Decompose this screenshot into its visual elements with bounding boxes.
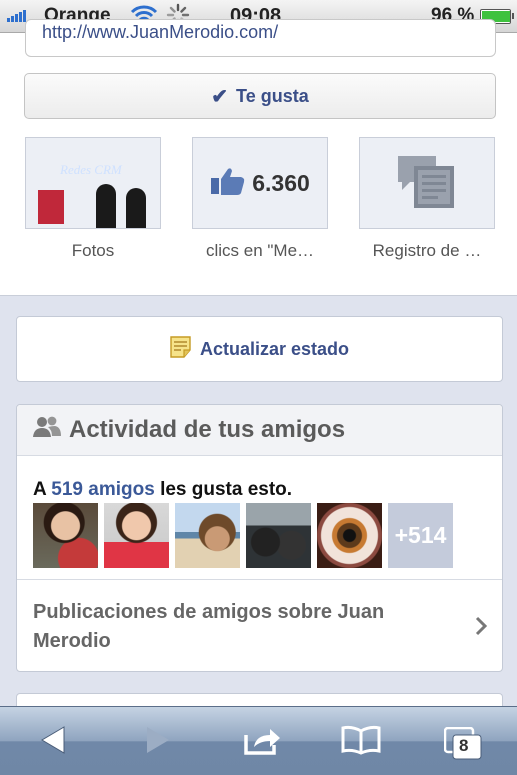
likes-count-box[interactable]: 6.360 [192,137,328,229]
friend-posts-row[interactable]: Publicaciones de amigos sobre Juan Merod… [17,579,502,670]
photos-tile-label: Fotos [71,241,115,260]
website-url[interactable]: http://www.JuanMerodio.com/ [42,22,278,43]
friend-avatar[interactable] [317,503,382,568]
update-status-button[interactable]: Actualizar estado [16,316,503,382]
thumbs-up-icon [210,166,246,201]
tabs-icon[interactable]: 8 [443,726,484,766]
like-button-label: Te gusta [236,85,309,106]
checkmark-icon: ✔ [211,85,229,108]
update-status-label: Actualizar estado [199,338,350,359]
friend-posts-label: Publicaciones de amigos sobre Juan Merod… [33,601,385,652]
share-icon[interactable] [242,725,282,762]
forward-icon[interactable] [143,725,173,760]
friends-activity-title: Actividad de tus amigos [69,416,346,443]
notes-tile[interactable]: Registro de … [359,137,495,261]
likers-suffix: les gusta esto. [154,479,293,500]
like-button[interactable]: ✔ Te gusta [24,73,496,119]
back-icon[interactable] [38,725,68,760]
note-pencil-icon [170,335,192,363]
browser-toolbar: 8 [0,706,517,775]
more-friends-button[interactable]: +514 [388,503,453,568]
photo-screen-text: Redes CRM [60,162,122,177]
friends-activity-card: Actividad de tus amigos A 519 amigos les… [16,404,503,672]
likes-tile-label: clics en "Me… [205,241,315,260]
website-link[interactable]: http://www.JuanMerodio.com/ [25,19,496,57]
notes-tile-label: Registro de … [372,241,482,260]
bookmarks-icon[interactable] [340,725,382,760]
friends-count-link[interactable]: 519 amigos [51,479,155,500]
chevron-right-icon [474,616,488,641]
friend-avatar[interactable] [104,503,169,568]
friends-activity-header: Actividad de tus amigos [17,405,502,456]
photo-thumbnail[interactable]: Redes CRM [25,137,161,229]
likers-prefix: A [33,479,52,500]
friend-avatar[interactable] [246,503,311,568]
likes-tile[interactable]: 6.360 clics en "Me… [192,137,328,261]
friend-avatar[interactable] [175,503,240,568]
friends-icon [33,416,61,445]
friends-likers-text: A 519 amigos les gusta esto. [33,479,292,501]
friend-faces: +514 [33,503,453,568]
tab-count: 8 [459,736,469,755]
notes-icon [396,152,458,215]
signal-strength-icon [7,10,26,22]
photos-tile[interactable]: Redes CRM Fotos [25,137,161,261]
notes-box[interactable] [359,137,495,229]
likes-count: 6.360 [252,169,310,196]
friend-avatar[interactable] [33,503,98,568]
page-header-section: http://www.JuanMerodio.com/ ✔ Te gusta R… [0,19,517,296]
